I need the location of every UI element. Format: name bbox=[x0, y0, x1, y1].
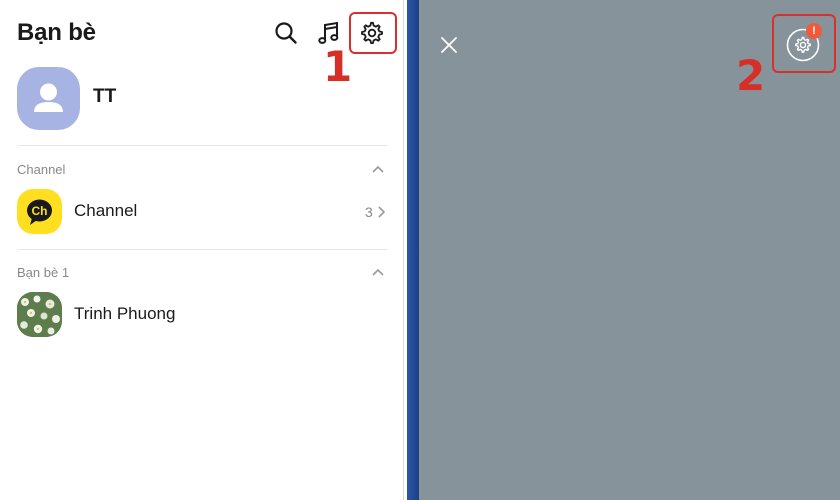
divider bbox=[17, 249, 387, 250]
person-icon bbox=[34, 83, 63, 112]
search-icon[interactable] bbox=[273, 20, 299, 46]
settings-highlight-box bbox=[349, 12, 397, 54]
chat-bubble-icon: Ch bbox=[27, 199, 52, 225]
divider bbox=[17, 145, 387, 146]
channel-avatar-text: Ch bbox=[32, 204, 48, 218]
step-number-1: 1 bbox=[323, 42, 353, 91]
chevron-up-icon[interactable] bbox=[370, 266, 386, 278]
list-item-name[interactable]: Trinh Phuong bbox=[74, 304, 175, 324]
close-icon[interactable] bbox=[440, 36, 458, 54]
profile-name[interactable]: TT bbox=[93, 86, 116, 108]
profile-overlay-panel: ! 2 bbox=[419, 0, 840, 500]
section-label-channel: Channel bbox=[17, 162, 66, 177]
friend-avatar[interactable] bbox=[17, 292, 62, 337]
friends-panel: Bạn bè 1 TT Channel Ch Channel 3 Bạn bè … bbox=[0, 0, 404, 500]
notification-badge: ! bbox=[806, 23, 822, 39]
panel-separator bbox=[404, 0, 419, 500]
page-title: Bạn bè bbox=[17, 19, 96, 46]
chevron-up-icon[interactable] bbox=[370, 163, 386, 175]
step-number-2: 2 bbox=[736, 51, 766, 100]
section-label-friends: Bạn bè 1 bbox=[17, 265, 70, 280]
profile-avatar[interactable] bbox=[17, 67, 80, 130]
channel-count: 3 bbox=[365, 204, 373, 220]
flower-photo-image bbox=[17, 292, 62, 337]
channel-avatar[interactable]: Ch bbox=[17, 189, 62, 234]
chevron-right-icon[interactable] bbox=[377, 205, 386, 219]
list-item-name[interactable]: Channel bbox=[74, 201, 137, 221]
